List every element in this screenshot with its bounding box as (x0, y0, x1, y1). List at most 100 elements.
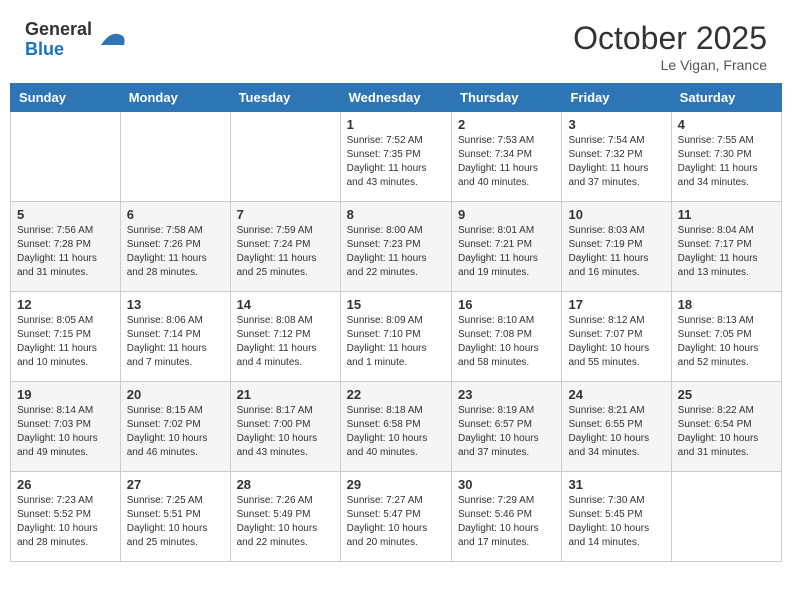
day-info: Sunrise: 7:26 AM Sunset: 5:49 PM Dayligh… (237, 494, 334, 550)
day-info: Sunrise: 8:19 AM Sunset: 6:57 PM Dayligh… (458, 404, 555, 460)
calendar-cell: 11Sunrise: 8:04 AM Sunset: 7:17 PM Dayli… (671, 202, 781, 292)
calendar-week-1: 1 Sunrise: 7:52 AM Sunset: 7:35 PM Daylig… (11, 112, 782, 202)
day-info: Sunrise: 8:14 AM Sunset: 7:03 PM Dayligh… (17, 404, 114, 460)
day-info: Sunrise: 8:03 AM Sunset: 7:19 PM Dayligh… (568, 224, 664, 280)
day-info: Sunrise: 7:59 AM Sunset: 7:24 PM Dayligh… (237, 224, 334, 280)
day-info: Sunrise: 8:05 AM Sunset: 7:15 PM Dayligh… (17, 314, 114, 370)
calendar-cell: 4Sunrise: 7:55 AM Sunset: 7:30 PM Daylig… (671, 112, 781, 202)
day-info: Sunrise: 7:52 AM Sunset: 7:35 PM Dayligh… (347, 134, 445, 190)
logo-icon (96, 25, 126, 55)
day-header-sunday: Sunday (11, 84, 121, 112)
day-info: Sunrise: 8:17 AM Sunset: 7:00 PM Dayligh… (237, 404, 334, 460)
day-number: 19 (17, 387, 114, 402)
day-number: 27 (127, 477, 224, 492)
day-info: Sunrise: 7:53 AM Sunset: 7:34 PM Dayligh… (458, 134, 555, 190)
day-number: 6 (127, 207, 224, 222)
calendar-cell: 19 Sunrise: 8:14 AM Sunset: 7:03 PM Dayli… (11, 382, 121, 472)
calendar-cell: 24 Sunrise: 8:21 AM Sunset: 6:55 PM Dayli… (562, 382, 671, 472)
day-info: Sunrise: 8:10 AM Sunset: 7:08 PM Dayligh… (458, 314, 555, 370)
day-info: Sunrise: 8:08 AM Sunset: 7:12 PM Dayligh… (237, 314, 334, 370)
month-title: October 2025 (573, 20, 767, 57)
day-info: Sunrise: 7:30 AM Sunset: 5:45 PM Dayligh… (568, 494, 664, 550)
day-info: Sunrise: 7:23 AM Sunset: 5:52 PM Dayligh… (17, 494, 114, 550)
day-number: 1 (347, 117, 445, 132)
day-info: Sunrise: 8:06 AM Sunset: 7:14 PM Dayligh… (127, 314, 224, 370)
calendar-week-3: 12 Sunrise: 8:05 AM Sunset: 7:15 PM Dayli… (11, 292, 782, 382)
calendar-cell: 18 Sunrise: 8:13 AM Sunset: 7:05 PM Dayli… (671, 292, 781, 382)
calendar-cell: 7 Sunrise: 7:59 AM Sunset: 7:24 PM Daylig… (230, 202, 340, 292)
day-number: 24 (568, 387, 664, 402)
day-number: 26 (17, 477, 114, 492)
day-number: 30 (458, 477, 555, 492)
calendar-cell (671, 472, 781, 562)
day-number: 3 (568, 117, 664, 132)
day-info: Sunrise: 8:21 AM Sunset: 6:55 PM Dayligh… (568, 404, 664, 460)
title-block: October 2025 Le Vigan, France (573, 20, 767, 73)
day-info: Sunrise: 7:29 AM Sunset: 5:46 PM Dayligh… (458, 494, 555, 550)
day-number: 4 (678, 117, 775, 132)
page-header: General Blue October 2025 Le Vigan, Fran… (10, 10, 782, 78)
calendar-cell: 8 Sunrise: 8:00 AM Sunset: 7:23 PM Daylig… (340, 202, 451, 292)
calendar-cell: 13 Sunrise: 8:06 AM Sunset: 7:14 PM Dayli… (120, 292, 230, 382)
calendar-cell: 30 Sunrise: 7:29 AM Sunset: 5:46 PM Dayli… (452, 472, 562, 562)
day-number: 12 (17, 297, 114, 312)
day-header-tuesday: Tuesday (230, 84, 340, 112)
calendar-cell: 6 Sunrise: 7:58 AM Sunset: 7:26 PM Daylig… (120, 202, 230, 292)
calendar-cell: 12 Sunrise: 8:05 AM Sunset: 7:15 PM Dayli… (11, 292, 121, 382)
day-number: 8 (347, 207, 445, 222)
day-number: 21 (237, 387, 334, 402)
calendar-cell: 1 Sunrise: 7:52 AM Sunset: 7:35 PM Daylig… (340, 112, 451, 202)
day-info: Sunrise: 8:12 AM Sunset: 7:07 PM Dayligh… (568, 314, 664, 370)
day-number: 13 (127, 297, 224, 312)
day-number: 18 (678, 297, 775, 312)
day-number: 14 (237, 297, 334, 312)
day-number: 9 (458, 207, 555, 222)
day-number: 20 (127, 387, 224, 402)
calendar-cell: 28 Sunrise: 7:26 AM Sunset: 5:49 PM Dayli… (230, 472, 340, 562)
day-header-friday: Friday (562, 84, 671, 112)
location: Le Vigan, France (573, 57, 767, 73)
day-info: Sunrise: 8:15 AM Sunset: 7:02 PM Dayligh… (127, 404, 224, 460)
logo: General Blue (25, 20, 126, 60)
calendar-cell: 22Sunrise: 8:18 AM Sunset: 6:58 PM Dayli… (340, 382, 451, 472)
day-info: Sunrise: 8:04 AM Sunset: 7:17 PM Dayligh… (678, 224, 775, 280)
calendar-cell: 25Sunrise: 8:22 AM Sunset: 6:54 PM Dayli… (671, 382, 781, 472)
day-info: Sunrise: 8:18 AM Sunset: 6:58 PM Dayligh… (347, 404, 445, 460)
day-number: 7 (237, 207, 334, 222)
day-info: Sunrise: 8:09 AM Sunset: 7:10 PM Dayligh… (347, 314, 445, 370)
logo-blue-text: Blue (25, 40, 92, 60)
day-number: 16 (458, 297, 555, 312)
calendar-header-row: SundayMondayTuesdayWednesdayThursdayFrid… (11, 84, 782, 112)
day-info: Sunrise: 7:58 AM Sunset: 7:26 PM Dayligh… (127, 224, 224, 280)
calendar-cell: 3 Sunrise: 7:54 AM Sunset: 7:32 PM Daylig… (562, 112, 671, 202)
calendar-week-4: 19 Sunrise: 8:14 AM Sunset: 7:03 PM Dayli… (11, 382, 782, 472)
calendar-cell (120, 112, 230, 202)
day-number: 15 (347, 297, 445, 312)
calendar-cell: 21 Sunrise: 8:17 AM Sunset: 7:00 PM Dayli… (230, 382, 340, 472)
calendar-cell: 9 Sunrise: 8:01 AM Sunset: 7:21 PM Daylig… (452, 202, 562, 292)
calendar-cell: 14 Sunrise: 8:08 AM Sunset: 7:12 PM Dayli… (230, 292, 340, 382)
day-number: 2 (458, 117, 555, 132)
calendar-cell: 23 Sunrise: 8:19 AM Sunset: 6:57 PM Dayli… (452, 382, 562, 472)
calendar-cell: 29 Sunrise: 7:27 AM Sunset: 5:47 PM Dayli… (340, 472, 451, 562)
day-number: 17 (568, 297, 664, 312)
calendar-cell: 15 Sunrise: 8:09 AM Sunset: 7:10 PM Dayli… (340, 292, 451, 382)
calendar-cell: 17 Sunrise: 8:12 AM Sunset: 7:07 PM Dayli… (562, 292, 671, 382)
day-info: Sunrise: 8:01 AM Sunset: 7:21 PM Dayligh… (458, 224, 555, 280)
calendar-week-5: 26 Sunrise: 7:23 AM Sunset: 5:52 PM Dayli… (11, 472, 782, 562)
calendar-cell: 20 Sunrise: 8:15 AM Sunset: 7:02 PM Dayli… (120, 382, 230, 472)
logo-general-text: General (25, 20, 92, 40)
day-number: 29 (347, 477, 445, 492)
day-number: 23 (458, 387, 555, 402)
day-info: Sunrise: 8:22 AM Sunset: 6:54 PM Dayligh… (678, 404, 775, 460)
day-number: 10 (568, 207, 664, 222)
calendar-cell: 26 Sunrise: 7:23 AM Sunset: 5:52 PM Dayli… (11, 472, 121, 562)
day-number: 28 (237, 477, 334, 492)
day-info: Sunrise: 8:00 AM Sunset: 7:23 PM Dayligh… (347, 224, 445, 280)
day-info: Sunrise: 7:54 AM Sunset: 7:32 PM Dayligh… (568, 134, 664, 190)
day-info: Sunrise: 7:56 AM Sunset: 7:28 PM Dayligh… (17, 224, 114, 280)
calendar-cell: 31Sunrise: 7:30 AM Sunset: 5:45 PM Dayli… (562, 472, 671, 562)
day-info: Sunrise: 7:27 AM Sunset: 5:47 PM Dayligh… (347, 494, 445, 550)
day-header-thursday: Thursday (452, 84, 562, 112)
day-info: Sunrise: 8:13 AM Sunset: 7:05 PM Dayligh… (678, 314, 775, 370)
